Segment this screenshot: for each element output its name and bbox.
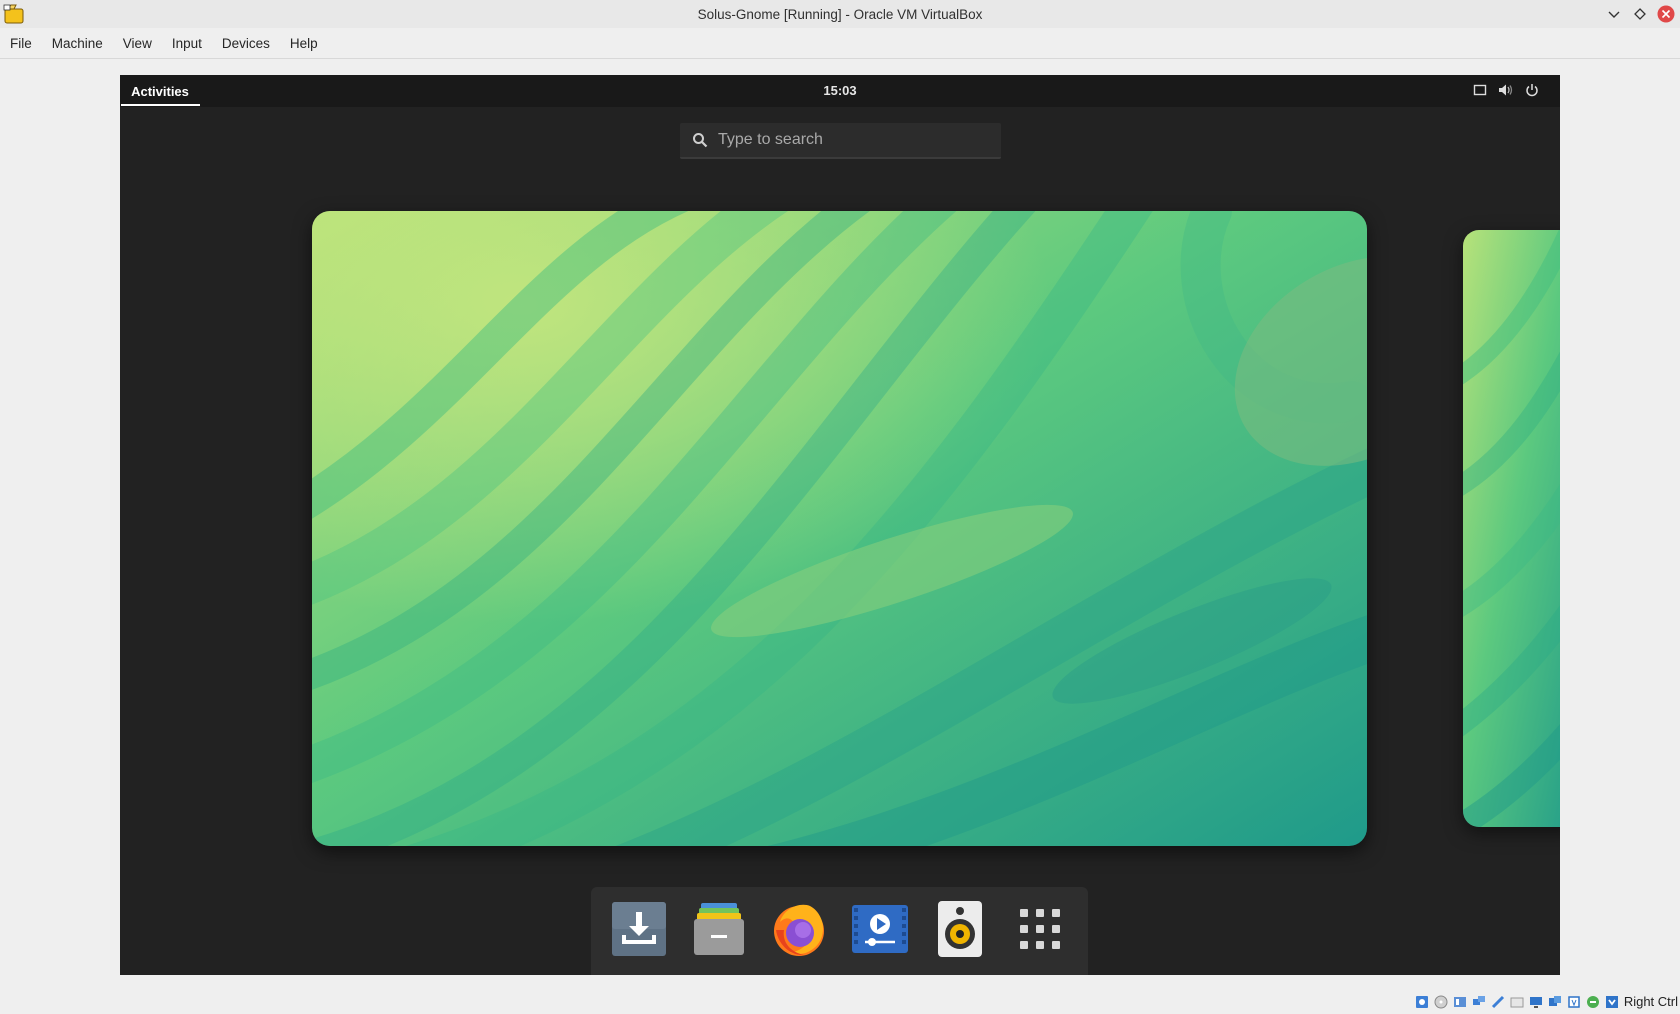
maximize-button[interactable] xyxy=(1630,4,1650,24)
menu-help[interactable]: Help xyxy=(280,28,328,59)
menu-devices[interactable]: Devices xyxy=(212,28,280,59)
cpu-icon[interactable] xyxy=(1565,994,1582,1010)
dash-app-downloader[interactable] xyxy=(610,900,668,958)
gnome-top-bar: Activities 15:03 xyxy=(120,75,1560,107)
vm-display[interactable]: Activities 15:03 xyxy=(120,75,1560,975)
close-button[interactable] xyxy=(1656,4,1676,24)
download-icon xyxy=(612,902,667,956)
volume-icon xyxy=(1498,82,1514,98)
workspace-thumbnail-next[interactable] xyxy=(1463,230,1560,827)
wallpaper xyxy=(312,211,1367,846)
search-input[interactable] xyxy=(718,123,1001,157)
dash-app-firefox[interactable] xyxy=(770,900,828,958)
minimize-button[interactable] xyxy=(1604,4,1624,24)
host-key-label: Right Ctrl xyxy=(1623,994,1678,1009)
mouse-integration-icon[interactable] xyxy=(1584,994,1601,1010)
optical-drive-icon[interactable] xyxy=(1432,994,1449,1010)
video-player-icon xyxy=(851,905,908,953)
wallpaper-next xyxy=(1463,230,1560,827)
network-icon[interactable] xyxy=(1470,994,1487,1010)
app-grid-icon xyxy=(1019,909,1060,949)
usb-icon[interactable] xyxy=(1489,994,1506,1010)
chevron-down-icon xyxy=(1608,11,1620,18)
keyboard-capture-icon[interactable] xyxy=(1603,994,1620,1010)
speaker-icon xyxy=(937,901,982,957)
files-icon xyxy=(694,903,745,955)
menu-file[interactable]: File xyxy=(0,28,42,59)
hard-disk-icon[interactable] xyxy=(1413,994,1430,1010)
power-icon xyxy=(1524,82,1540,98)
dash-app-rhythmbox[interactable] xyxy=(931,900,989,958)
menu-machine[interactable]: Machine xyxy=(42,28,113,59)
clock[interactable]: 15:03 xyxy=(120,75,1560,107)
firefox-icon xyxy=(774,904,825,956)
dash-app-video-player[interactable] xyxy=(851,900,909,958)
window-titlebar: Solus-Gnome [Running] - Oracle VM Virtua… xyxy=(0,0,1680,28)
search-box[interactable] xyxy=(680,123,1001,159)
menu-view[interactable]: View xyxy=(113,28,162,59)
virtualbox-app-icon xyxy=(3,3,25,25)
screen-icon xyxy=(1472,82,1488,98)
vm-status-bar: Right Ctrl xyxy=(0,990,1680,1014)
recording-icon[interactable] xyxy=(1546,994,1563,1010)
audio-icon[interactable] xyxy=(1451,994,1468,1010)
dash-app-files[interactable] xyxy=(690,900,748,958)
show-applications-button[interactable] xyxy=(1011,900,1069,958)
system-status-area[interactable] xyxy=(1472,82,1540,98)
dash xyxy=(591,887,1088,975)
window-title: Solus-Gnome [Running] - Oracle VM Virtua… xyxy=(697,6,983,22)
search-icon xyxy=(693,133,708,148)
display-icon[interactable] xyxy=(1527,994,1544,1010)
workspace-thumbnail-active[interactable] xyxy=(312,211,1367,846)
shared-folders-icon[interactable] xyxy=(1508,994,1525,1010)
diamond-icon xyxy=(1634,8,1646,20)
menu-input[interactable]: Input xyxy=(162,28,212,59)
close-icon xyxy=(1657,5,1675,23)
menu-bar: File Machine View Input Devices Help xyxy=(0,28,1680,59)
